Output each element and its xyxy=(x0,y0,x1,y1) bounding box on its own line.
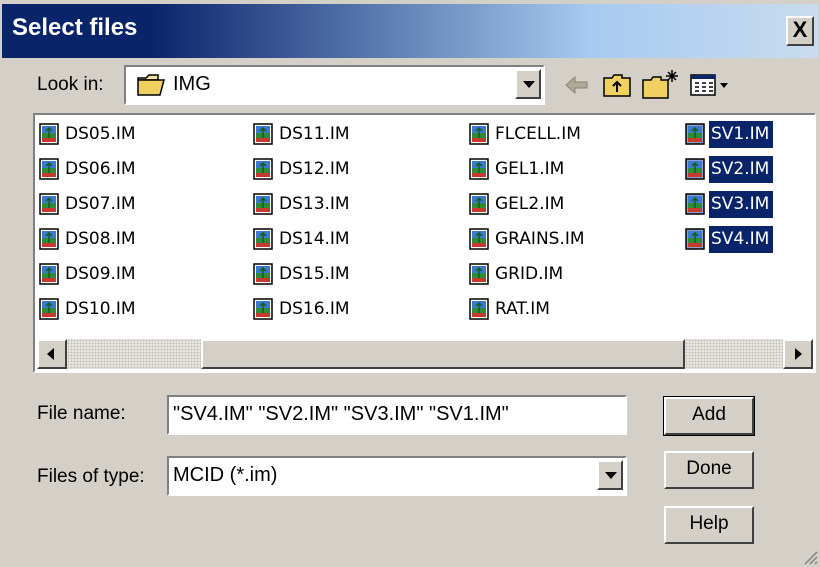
select-files-dialog: Select files X Look in: IMG DS05.IM DS06.… xyxy=(0,0,820,567)
file-name: SV4.IM xyxy=(709,225,774,253)
horizontal-scrollbar[interactable] xyxy=(37,339,813,369)
file-item[interactable]: DS08.IM xyxy=(39,224,140,254)
file-name: GRID.IM xyxy=(495,263,564,284)
file-item[interactable]: SV2.IM xyxy=(685,154,774,184)
image-file-icon xyxy=(253,158,273,180)
image-file-icon xyxy=(469,193,489,215)
new-folder-icon[interactable] xyxy=(640,68,680,102)
image-file-icon xyxy=(685,123,705,145)
file-name: SV2.IM xyxy=(709,155,774,183)
file-name: SV3.IM xyxy=(709,190,774,218)
file-item[interactable]: GEL2.IM xyxy=(469,189,568,219)
file-item[interactable]: DS10.IM xyxy=(39,294,140,324)
file-name-input[interactable]: "SV4.IM" "SV2.IM" "SV3.IM" "SV1.IM" xyxy=(167,395,627,435)
image-file-icon xyxy=(469,263,489,285)
image-file-icon xyxy=(685,158,705,180)
scroll-left-button[interactable] xyxy=(37,339,67,369)
image-file-icon xyxy=(39,228,59,250)
file-item[interactable]: DS09.IM xyxy=(39,259,140,289)
file-item[interactable]: DS11.IM xyxy=(253,119,354,149)
file-item[interactable]: DS07.IM xyxy=(39,189,140,219)
image-file-icon xyxy=(39,158,59,180)
image-file-icon xyxy=(469,228,489,250)
dialog-title: Select files xyxy=(12,14,138,41)
image-file-icon xyxy=(685,193,705,215)
look-in-dropdown-arrow[interactable] xyxy=(515,69,541,99)
file-item[interactable]: GRID.IM xyxy=(469,259,567,289)
file-item[interactable]: DS14.IM xyxy=(253,224,354,254)
view-menu-icon[interactable] xyxy=(688,68,732,102)
back-arrow-icon[interactable] xyxy=(560,68,594,102)
up-folder-icon[interactable] xyxy=(600,68,634,102)
scroll-right-button[interactable] xyxy=(783,339,813,369)
title-bar[interactable]: Select files X xyxy=(2,4,818,58)
files-of-type-dropdown[interactable]: MCID (*.im) xyxy=(167,456,627,496)
folder-icon xyxy=(137,74,165,96)
file-name-label: File name: xyxy=(37,403,126,424)
file-name: DS07.IM xyxy=(65,193,136,214)
file-name: DS13.IM xyxy=(279,193,350,214)
file-item[interactable]: FLCELL.IM xyxy=(469,119,585,149)
look-in-dropdown[interactable]: IMG xyxy=(124,65,545,105)
image-file-icon xyxy=(253,263,273,285)
file-name: RAT.IM xyxy=(495,298,550,319)
help-button[interactable]: Help xyxy=(664,506,754,544)
file-item[interactable]: GEL1.IM xyxy=(469,154,568,184)
image-file-icon xyxy=(253,228,273,250)
image-file-icon xyxy=(469,123,489,145)
file-name: DS11.IM xyxy=(279,123,350,144)
file-list[interactable]: DS05.IM DS06.IM DS07.IM DS08.IM DS09.IM DS10.… xyxy=(33,113,816,373)
file-name: GRAINS.IM xyxy=(495,228,585,249)
file-item[interactable]: SV4.IM xyxy=(685,224,774,254)
resize-grip-icon[interactable] xyxy=(802,549,818,565)
image-file-icon xyxy=(469,298,489,320)
files-of-type-dropdown-arrow[interactable] xyxy=(597,460,623,490)
look-in-label: Look in: xyxy=(37,74,104,95)
file-item[interactable]: DS15.IM xyxy=(253,259,354,289)
image-file-icon xyxy=(253,123,273,145)
file-name: FLCELL.IM xyxy=(495,123,581,144)
file-name: SV1.IM xyxy=(709,120,774,148)
image-file-icon xyxy=(469,158,489,180)
close-button[interactable]: X xyxy=(786,16,814,46)
files-of-type-value: MCID (*.im) xyxy=(173,464,278,486)
image-file-icon xyxy=(39,123,59,145)
file-name: DS14.IM xyxy=(279,228,350,249)
file-item[interactable]: SV3.IM xyxy=(685,189,774,219)
file-name: DS08.IM xyxy=(65,228,136,249)
file-item[interactable]: DS16.IM xyxy=(253,294,354,324)
file-item[interactable]: DS12.IM xyxy=(253,154,354,184)
file-item[interactable]: SV1.IM xyxy=(685,119,774,149)
file-name: DS16.IM xyxy=(279,298,350,319)
image-file-icon xyxy=(39,298,59,320)
file-item[interactable]: DS06.IM xyxy=(39,154,140,184)
image-file-icon xyxy=(39,193,59,215)
look-in-value: IMG xyxy=(173,73,211,95)
image-file-icon xyxy=(685,228,705,250)
file-item[interactable]: DS05.IM xyxy=(39,119,140,149)
image-file-icon xyxy=(253,298,273,320)
file-item[interactable]: GRAINS.IM xyxy=(469,224,589,254)
image-file-icon xyxy=(39,263,59,285)
file-name: GEL1.IM xyxy=(495,158,565,179)
file-name: DS15.IM xyxy=(279,263,350,284)
image-file-icon xyxy=(253,193,273,215)
add-button[interactable]: Add xyxy=(663,396,755,436)
file-item[interactable]: RAT.IM xyxy=(469,294,554,324)
file-item[interactable]: DS13.IM xyxy=(253,189,354,219)
done-button[interactable]: Done xyxy=(664,451,754,489)
file-name: GEL2.IM xyxy=(495,193,565,214)
files-of-type-label: Files of type: xyxy=(37,466,145,487)
file-name: DS05.IM xyxy=(65,123,136,144)
scrollbar-thumb[interactable] xyxy=(201,339,685,369)
file-name: DS10.IM xyxy=(65,298,136,319)
file-name: DS06.IM xyxy=(65,158,136,179)
file-name: DS12.IM xyxy=(279,158,350,179)
file-name: DS09.IM xyxy=(65,263,136,284)
